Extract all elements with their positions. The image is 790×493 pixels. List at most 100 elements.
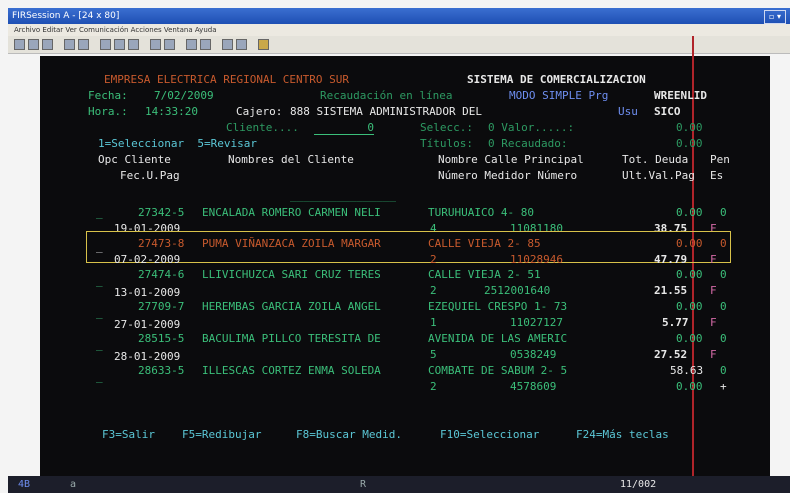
row-pen: 0 [720,364,727,377]
row-fecha: 13-01-2009 [114,286,181,299]
row-es: F [710,284,717,297]
row-medidor: 0538249 [510,348,557,361]
open-icon[interactable] [28,39,39,50]
row-calle: TURUHUAICO 4- 80 [428,206,534,219]
titulos-value: 0 Recaudado: [488,137,568,150]
titulos-amount: 0.00 [676,137,703,150]
row-deuda: 0.00 [676,268,703,281]
row-pen: 0 [720,237,727,250]
row-option-input[interactable]: _ [96,206,103,219]
toolbar [8,36,790,54]
row-medidor: 4578609 [510,380,557,393]
modo-label: MODO SIMPLE Prg [509,89,609,102]
hora-label: Hora.: [88,105,128,118]
cliente-input[interactable]: 0 [314,121,374,135]
row-medidor: 2512001640 [484,284,551,297]
f10-select-key[interactable]: F10=Seleccionar [440,428,539,441]
play-icon[interactable] [200,39,211,50]
window-control-button[interactable]: ▫ ▾ [764,10,786,24]
row-cliente: 27473-8 [138,237,185,250]
cut-icon[interactable] [100,39,111,50]
settings-icon[interactable] [222,39,233,50]
f3-exit-key[interactable]: F3=Salir [102,428,155,441]
macro-icon[interactable] [186,39,197,50]
row-cliente: 28515-5 [138,332,185,345]
menu-bar[interactable]: Archivo Editar Ver Comunicación Acciones… [8,24,790,36]
cursor-position: 11/002 [620,479,657,490]
row-numero: 2 [430,284,437,297]
row-deuda: 0.00 [676,237,703,250]
screen-column-marker [692,36,694,493]
row-cliente: 27709-7 [138,300,185,313]
status-insert-indicator: R [360,479,367,490]
row-fecha: 07-02-2009 [114,253,181,266]
cliente-label: Cliente.... [226,121,299,134]
save-icon[interactable] [42,39,53,50]
cajero-label: Cajero: [236,105,283,118]
row-ultval: 5.77 [662,316,689,329]
column-opc-cliente: Opc Cliente [98,153,171,166]
row-calle: CALLE VIEJA 2- 51 [428,268,541,281]
row-fecha: 27-01-2009 [114,318,181,331]
row-calle: CALLE VIEJA 2- 85 [428,237,541,250]
option-keys: 1=Seleccionar 5=Revisar [98,137,257,150]
row-es: + [720,380,727,393]
row-option-input[interactable]: _ [96,306,103,319]
row-fecha: 28-01-2009 [114,350,181,363]
keyboard-icon[interactable] [236,39,247,50]
selecc-amount: 0.00 [676,121,703,134]
row-medidor: 11027127 [510,316,563,329]
column-numero-medidor: Número Medidor Número [438,169,578,182]
row-nombre: LLIVICHUZCA SARI CRUZ TERES [202,268,381,281]
column-pen: Pen [710,153,730,166]
column-ult-val-pag: Ult.Val.Pag [622,169,695,182]
help-icon[interactable] [258,39,269,50]
terminal-screen[interactable] [40,56,770,476]
send-icon[interactable] [150,39,161,50]
row-deuda: 0.00 [676,206,703,219]
row-option-input[interactable]: _ [96,338,103,351]
column-es: Es [710,169,724,182]
usu-value: SICO [654,105,681,118]
company-name: EMPRESA ELECTRICA REGIONAL CENTRO SUR [104,73,350,86]
row-cliente: 27474-6 [138,268,185,281]
column-calle: Nombre Calle Principal [438,153,584,166]
print-icon[interactable] [64,39,75,50]
row-medidor: 11028946 [510,253,563,266]
row-deuda: 0.00 [676,300,703,313]
paste-icon[interactable] [128,39,139,50]
fecha-value: 7/02/2009 [154,89,214,102]
row-nombre: HEREMBAS GARCIA ZOILA ANGEL [202,300,381,313]
row-numero: 2 [430,380,437,393]
receive-icon[interactable] [164,39,175,50]
row-calle: COMBATE DE SABUM 2- 5 [428,364,568,377]
system-title: SISTEMA DE COMERCIALIZACION [467,73,646,86]
row-pen: 0 [720,300,727,313]
column-tot-deuda: Tot. Deuda [622,153,689,166]
row-pen: 0 [720,268,727,281]
f24-more-keys[interactable]: F24=Más teclas [576,428,669,441]
status-bar: 4B a R 11/002 [8,476,790,493]
row-option-input[interactable]: _ [96,240,103,253]
row-cliente: 28633-5 [138,364,185,377]
new-session-icon[interactable] [14,39,25,50]
f8-search-meter-key[interactable]: F8=Buscar Medid. [296,428,402,441]
row-pen: 0 [720,332,727,345]
copy-icon[interactable] [114,39,125,50]
row-option-input[interactable]: _ [96,274,103,287]
row-calle: EZEQUIEL CRESPO 1- 73 [428,300,568,313]
program-name: WREENLID [654,89,707,102]
row-deuda: 0.00 [676,332,703,345]
row-es: F [710,316,717,329]
print-screen-icon[interactable] [78,39,89,50]
f5-refresh-key[interactable]: F5=Redibujar [182,428,261,441]
row-es: F [710,253,717,266]
status-session-indicator: 4B [18,479,31,490]
header-underline: ________________ [290,189,396,202]
selecc-label: Selecc.: [420,121,473,134]
row-numero: 2 [430,253,437,266]
column-fec-pag: Fec.U.Pag [120,169,180,182]
row-option-input[interactable]: _ [96,370,103,383]
window-title: FIRSession A - [24 x 80] [12,11,120,21]
row-ultval: 27.52 [654,348,688,361]
